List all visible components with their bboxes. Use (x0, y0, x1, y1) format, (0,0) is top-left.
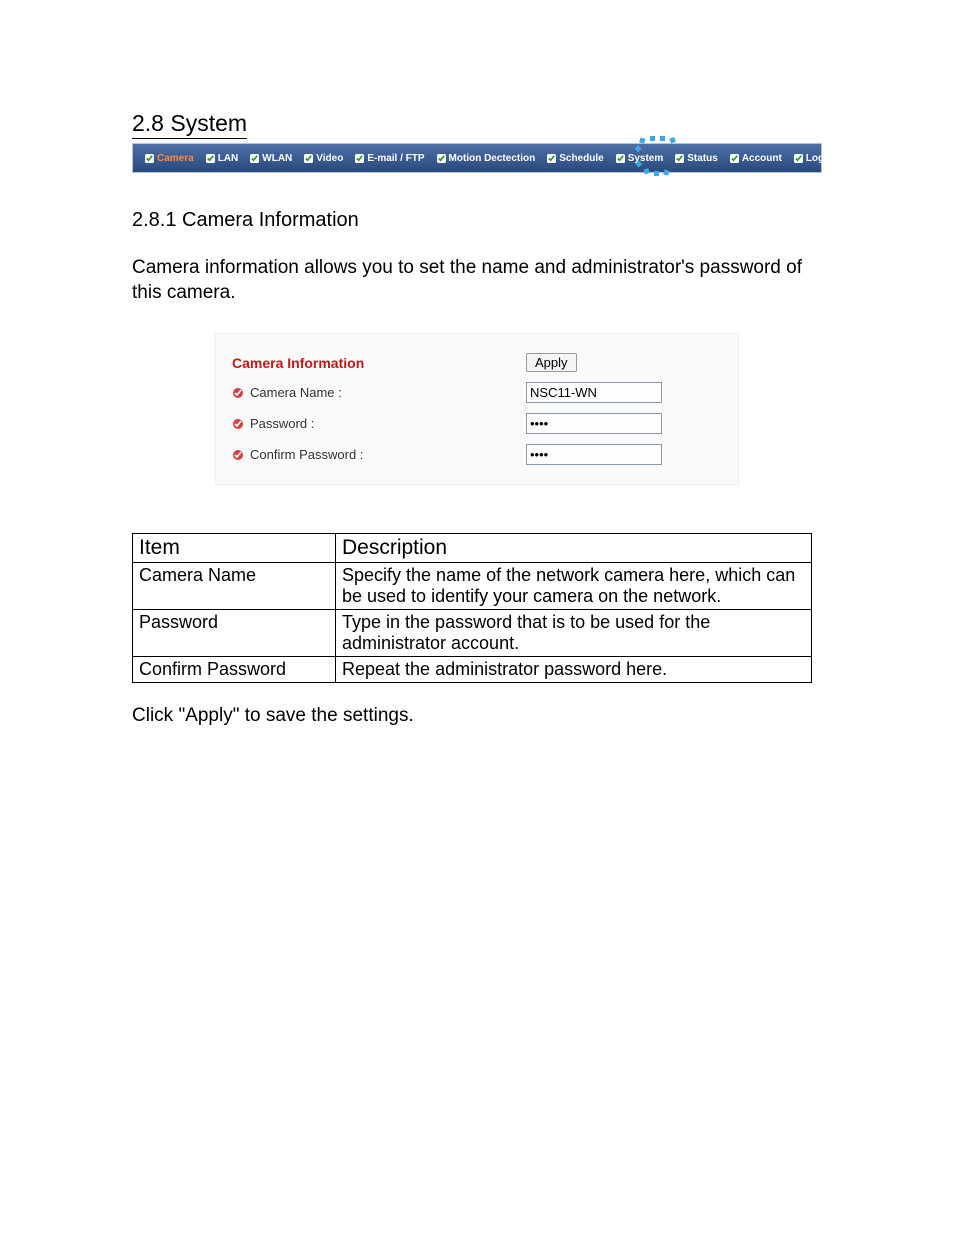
nav-account[interactable]: Account (724, 153, 788, 164)
nav-schedule[interactable]: Schedule (541, 153, 609, 164)
settings-navbar: Camera LAN WLAN Video E-mail / FTP (132, 143, 822, 173)
nav-label: E-mail / FTP (367, 153, 424, 164)
table-cell-description: Type in the password that is to be used … (336, 610, 812, 657)
check-icon (145, 154, 154, 163)
panel-title: Camera Information (232, 348, 526, 377)
table-cell-description: Repeat the administrator password here. (336, 657, 812, 683)
table-cell-item: Password (133, 610, 336, 657)
table-cell-item: Camera Name (133, 563, 336, 610)
table-header-description: Description (336, 534, 812, 563)
nav-system[interactable]: System (610, 153, 670, 164)
camera-info-panel: Camera Information Apply Camera Name : (215, 333, 739, 485)
table-cell-description: Specify the name of the network camera h… (336, 563, 812, 610)
nav-label: System (628, 153, 664, 164)
nav-motion-detection[interactable]: Motion Dectection (431, 153, 542, 164)
nav-email-ftp[interactable]: E-mail / FTP (349, 153, 430, 164)
apply-button[interactable]: Apply (526, 353, 577, 372)
nav-label: Motion Dectection (449, 153, 536, 164)
table-header-item: Item (133, 534, 336, 563)
check-icon (206, 154, 215, 163)
subsection-heading: 2.8.1 Camera Information (132, 209, 822, 232)
nav-label: Camera (157, 153, 194, 164)
check-icon (616, 154, 625, 163)
check-icon (730, 154, 739, 163)
table-row: Password Type in the password that is to… (133, 610, 812, 657)
nav-label: Log (806, 153, 824, 164)
check-icon (250, 154, 259, 163)
section-heading: 2.8 System (132, 110, 247, 139)
check-icon (355, 154, 364, 163)
confirm-password-input[interactable] (526, 444, 662, 465)
nav-label: Status (687, 153, 718, 164)
nav-label: Schedule (559, 153, 603, 164)
footer-note: Click "Apply" to save the settings. (132, 705, 822, 727)
confirm-password-label: Confirm Password : (250, 447, 363, 462)
bullet-icon (232, 449, 244, 461)
nav-label: WLAN (262, 153, 292, 164)
nav-camera[interactable]: Camera (139, 153, 200, 164)
nav-label: Video (316, 153, 343, 164)
nav-label: Account (742, 153, 782, 164)
password-input[interactable] (526, 413, 662, 434)
nav-video[interactable]: Video (298, 153, 349, 164)
check-icon (304, 154, 313, 163)
check-icon (547, 154, 556, 163)
camera-name-label: Camera Name : (250, 385, 342, 400)
camera-name-input[interactable] (526, 382, 662, 403)
check-icon (675, 154, 684, 163)
bullet-icon (232, 387, 244, 399)
nav-label: LAN (218, 153, 239, 164)
password-label: Password : (250, 416, 314, 431)
table-row: Camera Name Specify the name of the netw… (133, 563, 812, 610)
check-icon (794, 154, 803, 163)
table-row: Confirm Password Repeat the administrato… (133, 657, 812, 683)
table-cell-item: Confirm Password (133, 657, 336, 683)
nav-log[interactable]: Log (788, 153, 830, 164)
bullet-icon (232, 418, 244, 430)
nav-status[interactable]: Status (669, 153, 724, 164)
nav-wlan[interactable]: WLAN (244, 153, 298, 164)
intro-paragraph: Camera information allows you to set the… (132, 256, 822, 305)
check-icon (437, 154, 446, 163)
description-table: Item Description Camera Name Specify the… (132, 533, 812, 683)
nav-lan[interactable]: LAN (200, 153, 245, 164)
